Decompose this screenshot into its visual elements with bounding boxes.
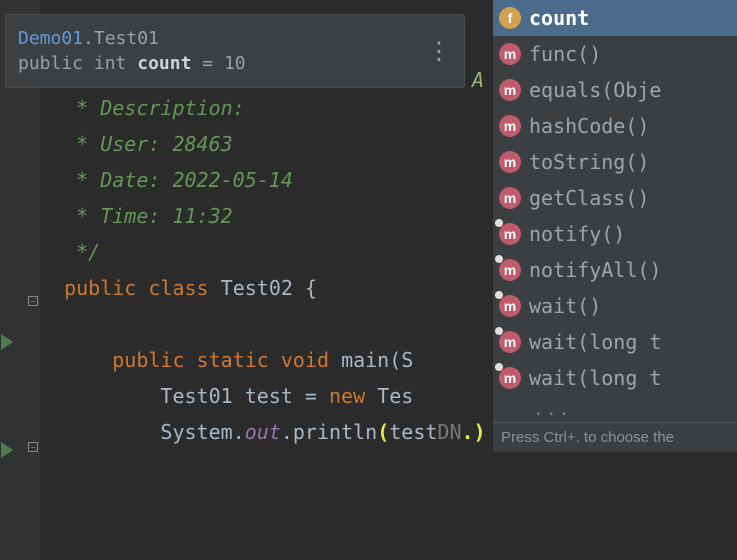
fold-toggle-icon[interactable]: − (28, 442, 38, 452)
quick-doc-reference: Demo01.Test01 (18, 28, 246, 49)
method-icon: m (499, 367, 521, 389)
completion-item-label: count (529, 6, 589, 30)
completion-item[interactable]: m wait(long t (493, 324, 737, 360)
field-icon: f (499, 7, 521, 29)
completion-item-label: getClass() (529, 186, 649, 210)
fold-toggle-icon[interactable]: − (28, 296, 38, 306)
completion-item-label: wait(long t (529, 366, 661, 390)
method-icon: m (499, 115, 521, 137)
method-icon: m (499, 331, 521, 353)
completion-item[interactable]: m toString() (493, 144, 737, 180)
method-icon: m (499, 223, 521, 245)
completion-item-label: wait(long t (529, 330, 661, 354)
partial-comment-text: A (472, 68, 484, 92)
method-icon: m (499, 259, 521, 281)
quick-doc-popup: Demo01.Test01 public int count = 10 ⋮ (5, 14, 465, 88)
completion-item-label: notify() (529, 222, 625, 246)
method-icon: m (499, 151, 521, 173)
completion-item-label: toString() (529, 150, 649, 174)
completion-item[interactable]: m notifyAll() (493, 252, 737, 288)
run-marker-icon[interactable] (1, 442, 13, 458)
method-icon: m (499, 79, 521, 101)
completion-item-label: notifyAll() (529, 258, 661, 282)
quick-doc-more-icon[interactable]: ⋮ (427, 37, 452, 65)
method-icon: m (499, 187, 521, 209)
completion-item[interactable]: fcount (493, 0, 737, 36)
completion-more-row[interactable]: ... (493, 396, 737, 422)
completion-item-label: wait() (529, 294, 601, 318)
completion-hint: Press Ctrl+. to choose the (493, 422, 737, 452)
completion-item[interactable]: m notify() (493, 216, 737, 252)
method-icon: m (499, 295, 521, 317)
completion-item[interactable]: m getClass() (493, 180, 737, 216)
completion-item[interactable]: m func() (493, 36, 737, 72)
quick-doc-signature: public int count = 10 (18, 53, 246, 74)
code-completion-popup[interactable]: fcountmfunc()mequals(ObjemhashCode()mtoS… (492, 0, 737, 452)
completion-item[interactable]: m equals(Obje (493, 72, 737, 108)
completion-item[interactable]: m wait(long t (493, 360, 737, 396)
completion-item-label: hashCode() (529, 114, 649, 138)
method-icon: m (499, 43, 521, 65)
completion-item-label: equals(Obje (529, 78, 661, 102)
run-marker-icon[interactable] (1, 334, 13, 350)
completion-item[interactable]: m hashCode() (493, 108, 737, 144)
completion-item-label: func() (529, 42, 601, 66)
completion-item[interactable]: m wait() (493, 288, 737, 324)
